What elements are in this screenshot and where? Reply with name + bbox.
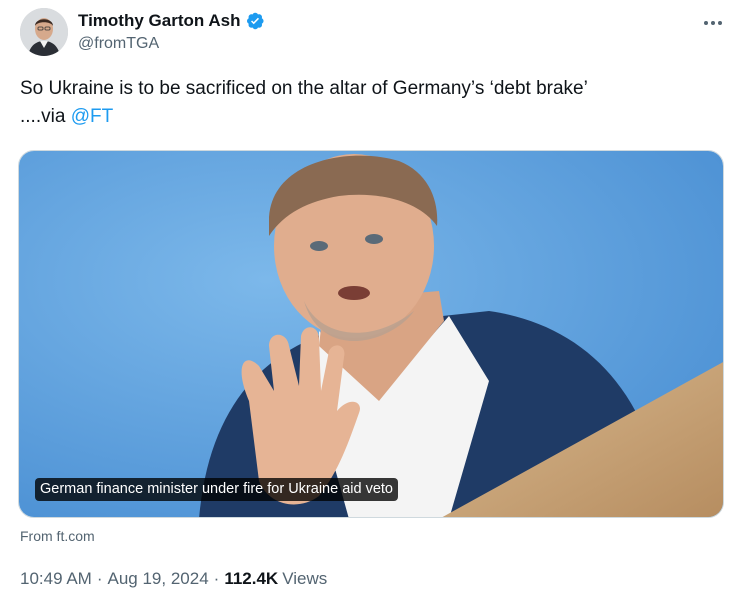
display-name[interactable]: Timothy Garton Ash xyxy=(78,11,240,31)
views-label: Views xyxy=(282,569,328,588)
tweet-text: So Ukraine is to be sacrificed on the al… xyxy=(20,75,720,131)
display-name-row: Timothy Garton Ash xyxy=(78,10,265,32)
tweet-meta: 10:49 AM · Aug 19, 2024 · 112.4K Views xyxy=(20,569,327,589)
verified-badge-icon[interactable] xyxy=(245,11,265,31)
mention-link[interactable]: @FT xyxy=(71,106,114,127)
card-caption: German finance minister under fire for U… xyxy=(35,478,398,501)
views-count[interactable]: 112.4K xyxy=(224,569,278,589)
meta-separator: · xyxy=(213,569,220,588)
tweet-text-via: ....via xyxy=(20,106,71,127)
tweet-text-line1: So Ukraine is to be sacrificed on the al… xyxy=(20,78,588,99)
tweet-date[interactable]: Aug 19, 2024 xyxy=(108,569,209,589)
tweet-time[interactable]: 10:49 AM xyxy=(20,569,92,589)
more-options-icon[interactable] xyxy=(700,10,726,36)
link-card[interactable]: German finance minister under fire for U… xyxy=(18,150,724,518)
tweet-text-line2: ....via @FT xyxy=(20,103,720,131)
handle[interactable]: @fromTGA xyxy=(78,35,265,53)
avatar[interactable] xyxy=(20,8,68,56)
meta-separator: · xyxy=(96,569,103,588)
card-source-link[interactable]: From ft.com xyxy=(20,528,95,544)
tweet-header: Timothy Garton Ash @fromTGA xyxy=(20,6,730,62)
author-block[interactable]: Timothy Garton Ash @fromTGA xyxy=(78,10,265,53)
card-photo xyxy=(19,151,723,517)
